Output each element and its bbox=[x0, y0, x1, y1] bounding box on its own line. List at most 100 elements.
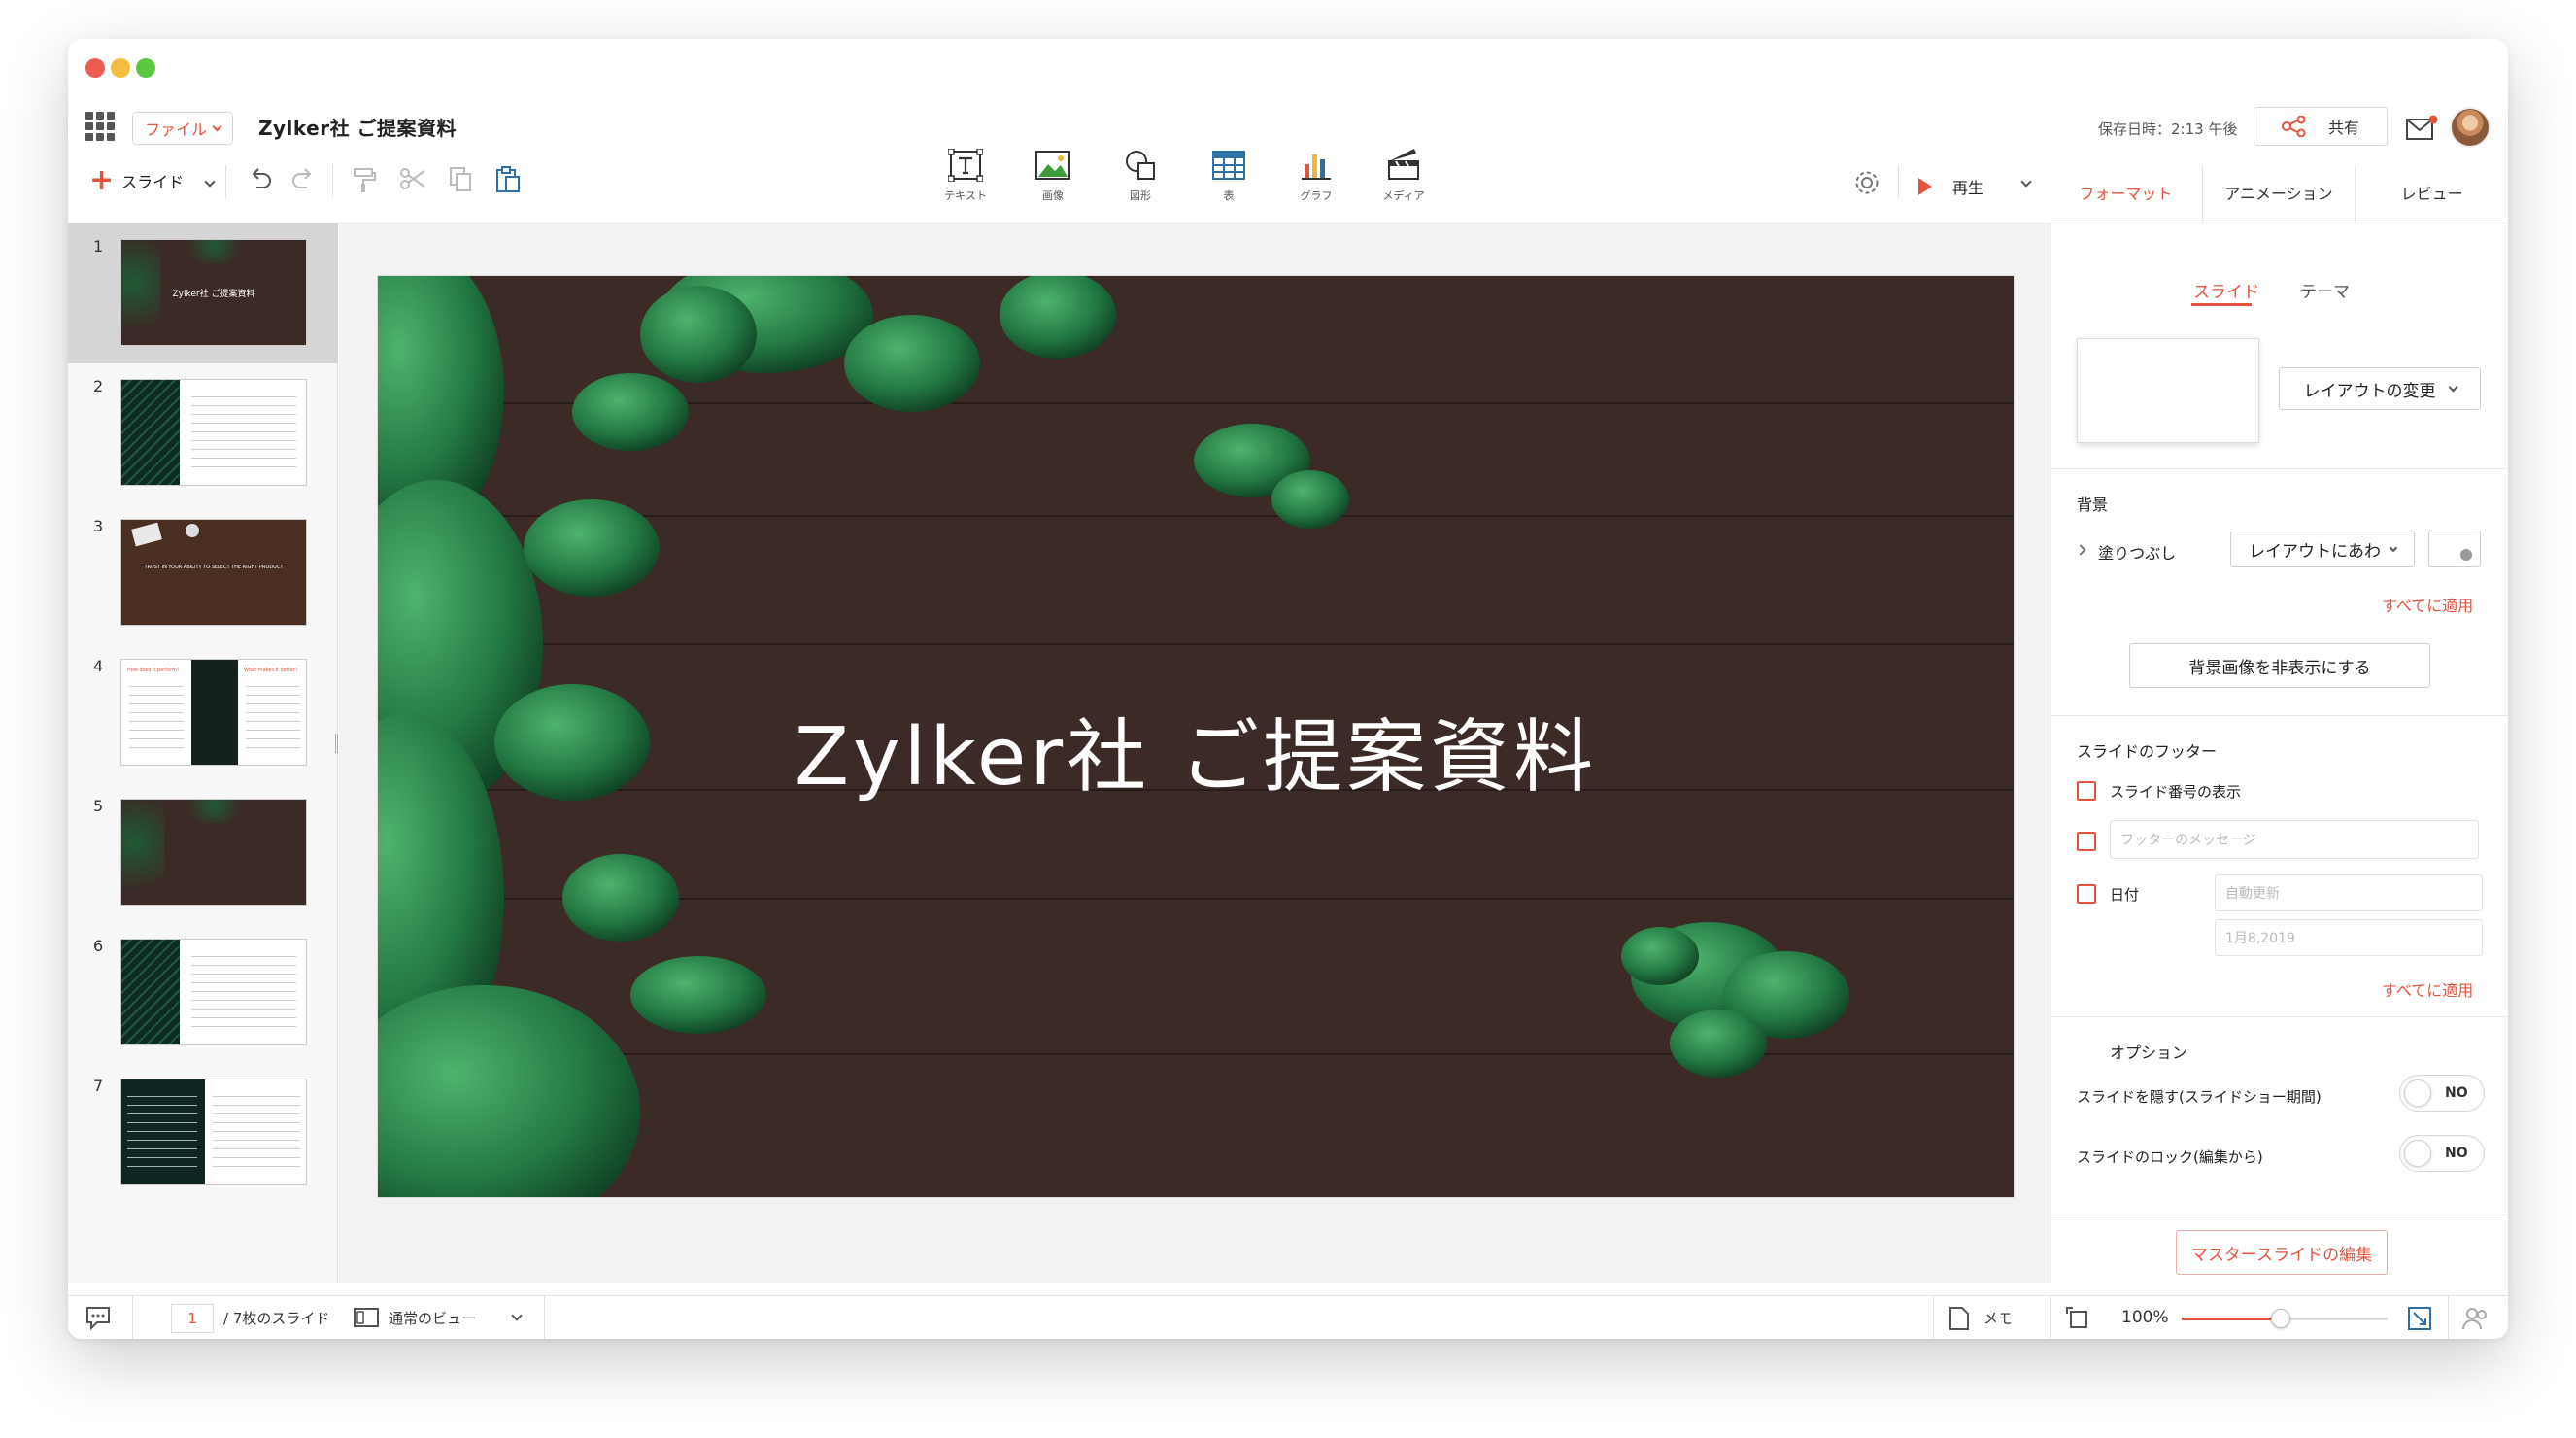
date-mode-select[interactable]: 自動更新 bbox=[2215, 874, 2483, 911]
color-swatch-icon bbox=[2460, 549, 2472, 561]
layout-preview[interactable] bbox=[2077, 338, 2259, 443]
slide-thumbnail-7[interactable]: 7 bbox=[68, 1063, 338, 1203]
insert-media-button[interactable]: メディア bbox=[1365, 149, 1442, 203]
slide-number: 4 bbox=[93, 657, 104, 675]
hide-background-image-button[interactable]: 背景画像を非表示にする bbox=[2129, 643, 2430, 688]
date-checkbox[interactable] bbox=[2077, 884, 2096, 904]
apply-all-footer-link[interactable]: すべてに適用 bbox=[2382, 977, 2473, 1001]
total-slides-label: / 7枚のスライド bbox=[223, 1310, 330, 1327]
play-button[interactable]: 再生 bbox=[1917, 175, 1983, 198]
lock-slide-label: スライドのロック(編集から) bbox=[2077, 1148, 2263, 1166]
zoom-slider-track[interactable] bbox=[2182, 1309, 2388, 1328]
show-slide-number-checkbox[interactable] bbox=[2077, 781, 2096, 801]
file-menu-label: ファイル bbox=[144, 120, 207, 139]
background-heading: 背景 bbox=[2077, 496, 2109, 514]
view-mode-dropdown-icon[interactable] bbox=[511, 1310, 523, 1321]
share-icon bbox=[2281, 116, 2306, 137]
comment-icon[interactable] bbox=[84, 1304, 113, 1331]
footer-heading: スライドのフッター bbox=[2077, 742, 2218, 761]
chevron-down-icon bbox=[212, 121, 222, 131]
edit-master-slide-button[interactable]: マスタースライドの編集 bbox=[2176, 1230, 2388, 1275]
file-menu-button[interactable]: ファイル bbox=[132, 112, 233, 145]
view-mode-select[interactable]: 通常のビュー bbox=[389, 1308, 476, 1328]
fill-select[interactable]: レイアウトにあわ bbox=[2230, 531, 2415, 567]
table-icon bbox=[1212, 151, 1245, 180]
lock-slide-toggle-value: NO bbox=[2445, 1146, 2468, 1161]
subtab-slide[interactable]: スライド bbox=[2193, 278, 2259, 302]
undo-icon[interactable] bbox=[247, 165, 274, 192]
slide-thumbnail-2[interactable]: 2 bbox=[68, 363, 338, 503]
zoom-slider-knob[interactable] bbox=[2270, 1309, 2290, 1328]
hide-slide-toggle[interactable]: NO bbox=[2399, 1075, 2485, 1112]
minimize-window-button[interactable] bbox=[111, 58, 130, 78]
fill-label: 塗りつぶし bbox=[2098, 544, 2177, 563]
current-slide[interactable]: Zylker社 ご提案資料 bbox=[378, 276, 2014, 1197]
document-title[interactable]: Zylker社 ご提案資料 bbox=[258, 113, 457, 141]
subtab-theme[interactable]: テーマ bbox=[2300, 278, 2350, 302]
mail-icon[interactable] bbox=[2405, 115, 2438, 142]
tab-format[interactable]: フォーマット bbox=[2050, 165, 2202, 223]
notes-icon[interactable] bbox=[1949, 1306, 1970, 1331]
footer-message-input[interactable]: フッターのメッセージ bbox=[2110, 820, 2479, 859]
fill-color-picker[interactable] bbox=[2428, 531, 2481, 567]
zoom-slider-fill bbox=[2182, 1318, 2281, 1320]
image-icon bbox=[1035, 151, 1070, 180]
toggle-knob bbox=[2404, 1140, 2431, 1167]
insert-shape-button[interactable]: 図形 bbox=[1102, 149, 1179, 203]
user-avatar[interactable] bbox=[2450, 107, 2491, 148]
slide-thumbnail-panel: 1 Zylker社 ご提案資料 2 3 TRUST IN YOUR ABILIT… bbox=[68, 223, 338, 1283]
insert-table-label: 表 bbox=[1223, 189, 1235, 202]
redo-icon[interactable] bbox=[289, 165, 317, 192]
fullscreen-fit-icon[interactable] bbox=[2407, 1306, 2432, 1331]
shapes-icon bbox=[1126, 151, 1155, 180]
chevron-down-icon bbox=[2448, 382, 2457, 392]
slide-thumbnail-1[interactable]: 1 Zylker社 ご提案資料 bbox=[68, 223, 338, 363]
fit-slide-icon[interactable] bbox=[2065, 1306, 2090, 1331]
add-slide-button[interactable]: + スライド bbox=[89, 166, 184, 195]
slide-number: 1 bbox=[93, 237, 104, 256]
insert-table-button[interactable]: 表 bbox=[1190, 149, 1268, 203]
play-dropdown-icon[interactable] bbox=[2020, 176, 2032, 188]
chevron-right-icon[interactable] bbox=[2075, 544, 2086, 556]
app-grid-icon[interactable] bbox=[85, 112, 115, 141]
chart-icon bbox=[1302, 154, 1331, 180]
close-window-button[interactable] bbox=[85, 58, 105, 78]
date-value-select[interactable]: 1月8,2019 bbox=[2215, 919, 2483, 956]
thumb-title: Zylker社 ご提案資料 bbox=[172, 290, 255, 299]
slide-thumbnail-4[interactable]: 4 How does it perform? What makes it bet… bbox=[68, 643, 338, 783]
notes-label[interactable]: メモ bbox=[1983, 1308, 2013, 1328]
footer-message-checkbox[interactable] bbox=[2077, 832, 2096, 851]
maximize-window-button[interactable] bbox=[136, 58, 155, 78]
insert-image-button[interactable]: 画像 bbox=[1014, 149, 1092, 203]
insert-chart-button[interactable]: グラフ bbox=[1277, 149, 1355, 203]
lock-slide-toggle[interactable]: NO bbox=[2399, 1135, 2485, 1172]
copy-icon[interactable] bbox=[447, 165, 474, 192]
layout-change-button[interactable]: レイアウトの変更 bbox=[2279, 367, 2481, 410]
tab-review[interactable]: レビュー bbox=[2355, 165, 2508, 223]
tab-animation[interactable]: アニメーション bbox=[2201, 165, 2356, 223]
apply-all-background-link[interactable]: すべてに適用 bbox=[2382, 593, 2473, 616]
paste-icon[interactable] bbox=[493, 165, 523, 194]
page-number-input[interactable]: 1 bbox=[171, 1304, 214, 1333]
cut-icon[interactable] bbox=[398, 165, 427, 192]
insert-text-button[interactable]: テキスト bbox=[927, 149, 1004, 203]
collaborators-icon[interactable] bbox=[2461, 1306, 2491, 1331]
add-slide-dropdown-icon[interactable] bbox=[204, 176, 216, 188]
fill-select-value: レイアウトにあわ bbox=[2249, 541, 2381, 562]
slide-thumbnail-6[interactable]: 6 bbox=[68, 923, 338, 1063]
app-window: ファイル Zylker社 ご提案資料 保存日時：2:13 午後 共有 + スライ… bbox=[68, 39, 2508, 1339]
format-painter-icon[interactable] bbox=[350, 165, 377, 194]
layout-change-label: レイアウトの変更 bbox=[2303, 381, 2436, 401]
settings-gear-icon[interactable] bbox=[1853, 169, 1881, 196]
slide-thumbnail-5[interactable]: 5 bbox=[68, 783, 338, 923]
thumb-heading-right: What makes it better? bbox=[244, 668, 298, 673]
slide-canvas: Zylker社 ご提案資料 bbox=[339, 223, 2051, 1283]
share-label: 共有 bbox=[2327, 119, 2359, 137]
slide-thumbnail-3[interactable]: 3 TRUST IN YOUR ABILITY TO SELECT THE RI… bbox=[68, 503, 338, 643]
insert-text-label: テキスト bbox=[944, 189, 987, 202]
insert-shape-label: 図形 bbox=[1130, 189, 1151, 202]
slide-title-text[interactable]: Zylker社 ご提案資料 bbox=[378, 692, 2014, 807]
panel-resize-handle[interactable] bbox=[335, 734, 338, 753]
media-clapper-icon bbox=[1388, 149, 1419, 180]
share-button[interactable]: 共有 bbox=[2254, 107, 2388, 146]
